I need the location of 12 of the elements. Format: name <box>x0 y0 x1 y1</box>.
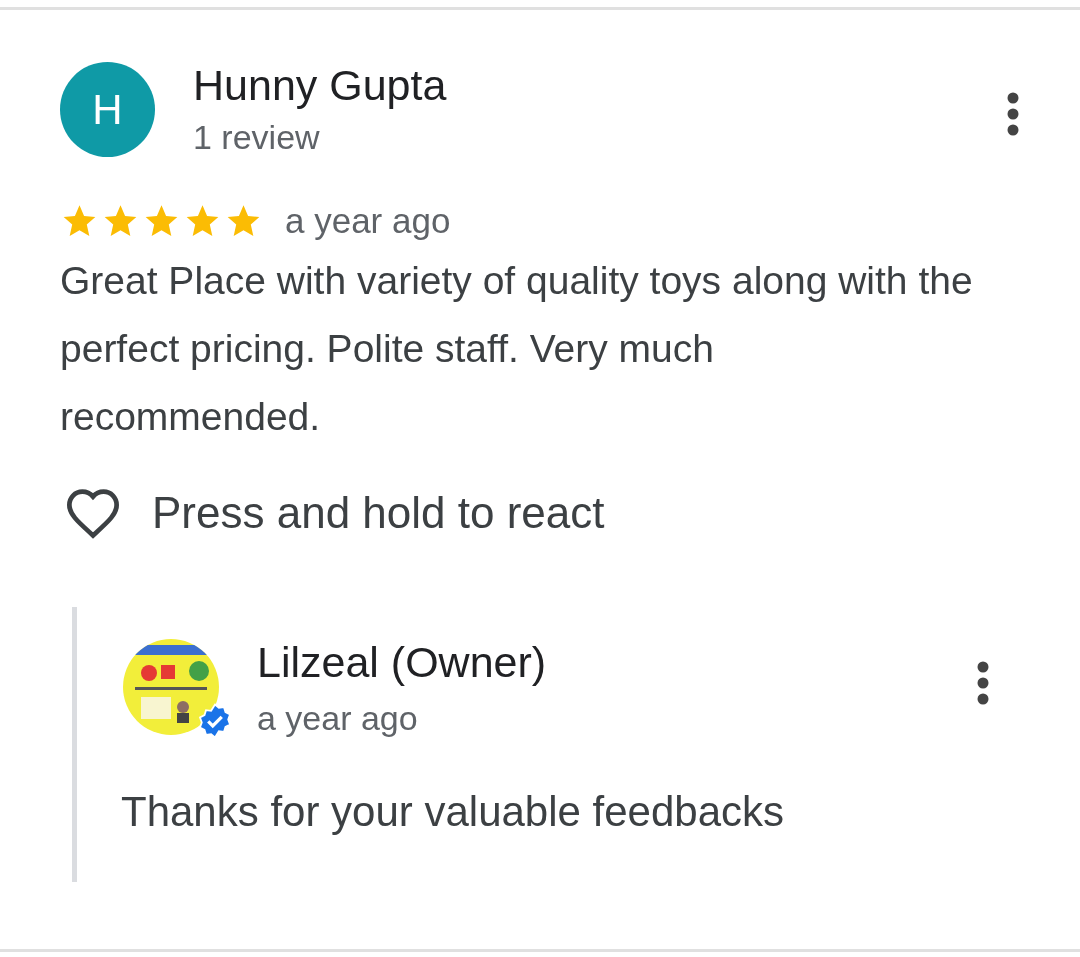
review-time: a year ago <box>285 201 451 241</box>
reply-text: Thanks for your valuable feedbacks <box>121 788 786 836</box>
avatar: H <box>60 62 155 157</box>
more-options-icon[interactable] <box>976 661 990 705</box>
review-text: Great Place with variety of quality toys along with the perfect pricing. Polite staff. Very much recommended. <box>60 258 974 440</box>
react-label[interactable]: Press and hold to react <box>152 488 605 538</box>
review-count: 1 review <box>193 118 321 157</box>
owner-name: Lilzeal (Owner) <box>257 637 548 687</box>
reviewer-name: Hunny Gupta <box>193 60 448 110</box>
more-options-icon[interactable] <box>1006 92 1020 136</box>
heart-icon[interactable] <box>64 487 122 539</box>
reply-time: a year ago <box>257 699 419 738</box>
